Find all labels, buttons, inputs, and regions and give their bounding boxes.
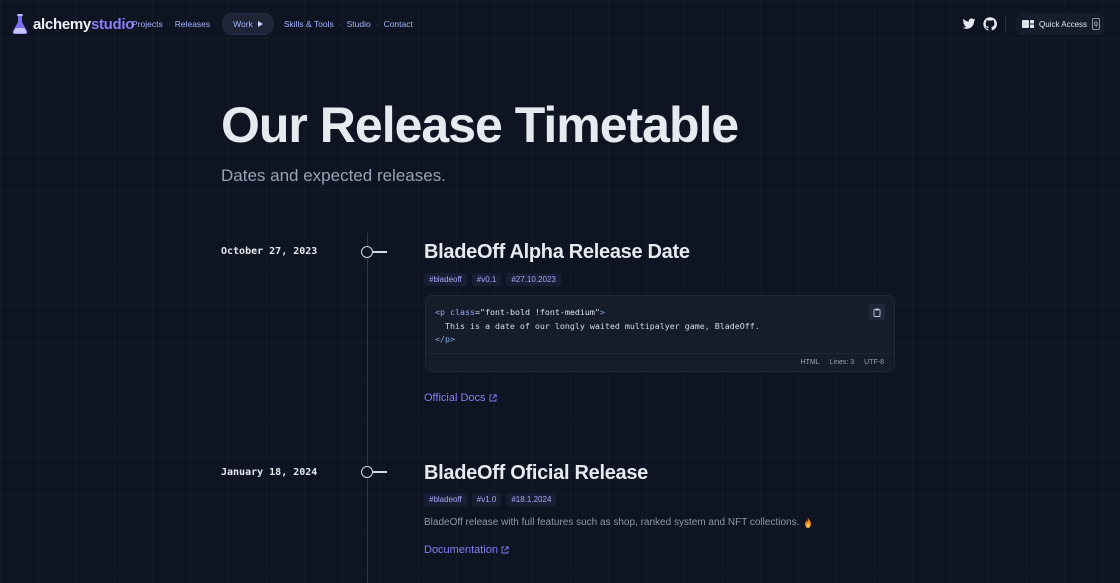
copy-code-button[interactable] xyxy=(869,304,885,320)
official-docs-link[interactable]: Official Docs xyxy=(424,392,497,404)
quick-access-label: Quick Access xyxy=(1039,19,1088,29)
external-link-icon xyxy=(489,394,497,402)
twitter-icon[interactable] xyxy=(962,17,976,31)
code-footer: HTML Lines: 3 UTF-8 xyxy=(426,353,894,371)
top-navbar: alchemy studio Projects Releases Work Ski… xyxy=(0,0,1120,48)
nav-link-studio[interactable]: Studio xyxy=(347,19,371,29)
tag-bladeoff[interactable]: #bladeoff xyxy=(424,493,467,506)
work-menu-label: Work xyxy=(233,19,253,29)
github-icon[interactable] xyxy=(983,17,997,31)
nav-link-contact[interactable]: Contact xyxy=(384,19,413,29)
timeline-node xyxy=(361,466,373,478)
nav-link-skills-tools[interactable]: Skills & Tools xyxy=(284,19,334,29)
tag-list: #bladeoff #v0.1 #27.10.2023 xyxy=(424,273,566,286)
tag-version[interactable]: #v1.0 xyxy=(471,493,502,506)
flask-logo-icon xyxy=(12,14,28,34)
tag-date[interactable]: #18.1.2024 xyxy=(506,493,557,506)
timeline-tick xyxy=(373,471,387,473)
tag-bladeoff[interactable]: #bladeoff xyxy=(424,273,467,286)
documentation-link[interactable]: Documentation xyxy=(424,544,509,556)
release-description: BladeOff release with full features such… xyxy=(424,517,812,528)
logo-text-primary: alchemy xyxy=(33,15,91,33)
fire-icon xyxy=(805,517,812,528)
logo-text-accent: studio xyxy=(90,15,135,33)
clipboard-icon xyxy=(873,308,881,317)
code-line-count: Lines: 3 xyxy=(829,359,855,366)
page-subtitle: Dates and expected releases. xyxy=(221,166,446,185)
timeline-node xyxy=(361,246,373,258)
work-menu-button[interactable]: Work xyxy=(222,13,274,35)
release-description-text: BladeOff release with full features such… xyxy=(424,517,800,528)
nav-divider xyxy=(1005,15,1006,33)
timeline-date: October 27, 2023 xyxy=(221,246,318,257)
tag-list: #bladeoff #v1.0 #18.1.2024 xyxy=(424,493,561,506)
nav-link-projects[interactable]: Projects xyxy=(132,19,163,29)
quick-access-button[interactable]: Quick Access Q xyxy=(1016,13,1104,35)
nav-link-releases[interactable]: Releases xyxy=(175,19,210,29)
code-block: <p class="font-bold !font-medium"> This … xyxy=(425,295,895,372)
page-title: Our Release Timetable xyxy=(221,97,739,153)
code-language: HTML xyxy=(800,359,820,366)
logo-link[interactable]: alchemy studio xyxy=(11,13,134,35)
official-docs-label: Official Docs xyxy=(424,392,486,404)
external-link-icon xyxy=(501,546,509,554)
quick-access-icon xyxy=(1022,20,1034,28)
nav-separator-dot: · xyxy=(338,19,342,29)
keyboard-shortcut-key: Q xyxy=(1092,18,1101,30)
documentation-label: Documentation xyxy=(424,544,498,556)
tag-date[interactable]: #27.10.2023 xyxy=(506,273,561,286)
code-content: <p class="font-bold !font-medium"> This … xyxy=(435,307,760,344)
nav-links: Projects Releases Work Skills & Tools · … xyxy=(132,13,413,35)
code-encoding: UTF-8 xyxy=(864,359,884,366)
tag-version[interactable]: #v0.1 xyxy=(471,273,502,286)
nav-separator-dot: · xyxy=(375,19,379,29)
release-title: BladeOff Alpha Release Date xyxy=(424,241,690,263)
timeline-line xyxy=(367,233,368,583)
release-title: BladeOff Oficial Release xyxy=(424,462,649,484)
timeline-tick xyxy=(373,251,387,253)
play-icon xyxy=(257,21,263,27)
timeline-date: January 18, 2024 xyxy=(221,467,318,478)
